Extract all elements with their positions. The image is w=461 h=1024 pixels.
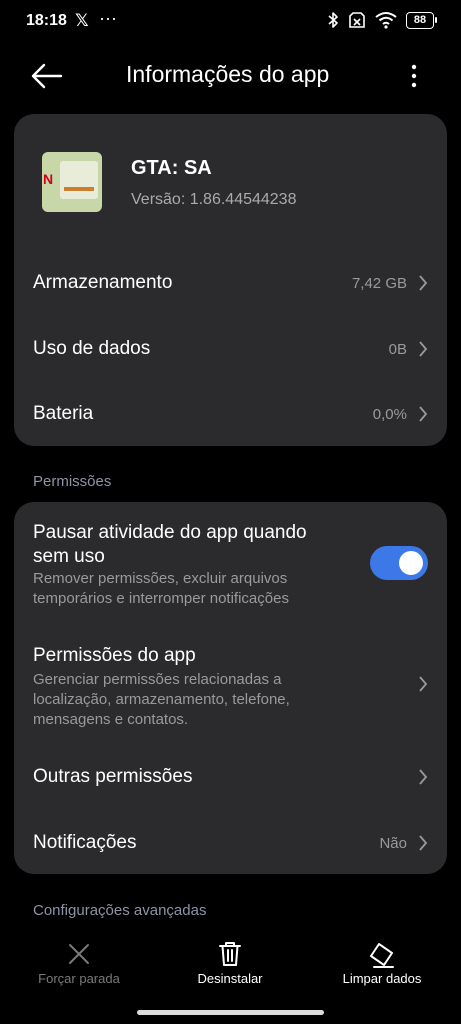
- app-permissions-description: Gerenciar permissões relacionadas a loca…: [33, 671, 290, 728]
- pause-activity-row[interactable]: Pausar atividade do app quando sem uso R…: [14, 502, 447, 622]
- close-icon: [69, 944, 89, 964]
- app-icon: N: [42, 152, 102, 212]
- permissions-section-title: Permissões: [33, 473, 112, 490]
- chevron-right-icon: [419, 835, 428, 851]
- wifi-icon: [375, 12, 397, 29]
- force-stop-button[interactable]: Forçar parada: [9, 940, 149, 986]
- app-version: Versão: 1.86.44544238: [131, 191, 297, 208]
- storage-value: 7,42 GB: [351, 275, 407, 292]
- storage-row[interactable]: Armazenamento 7,42 GB: [14, 250, 447, 314]
- back-arrow-icon[interactable]: [30, 62, 64, 90]
- battery-label: Bateria: [33, 403, 94, 424]
- x-logo-icon: 𝕏: [75, 11, 89, 30]
- more-options-icon[interactable]: [404, 62, 424, 90]
- no-sim-icon: [349, 12, 365, 28]
- app-permissions-label: Permissões do app: [33, 645, 196, 666]
- data-usage-value: 0B: [388, 341, 407, 358]
- uninstall-button[interactable]: Desinstalar: [160, 940, 300, 986]
- pause-activity-label: Pausar atividade do app quando sem uso: [33, 522, 307, 567]
- status-icons: 88: [327, 11, 437, 29]
- data-usage-label: Uso de dados: [33, 338, 151, 359]
- chevron-right-icon: [419, 275, 428, 291]
- app-info-card: N GTA: SA Versão: 1.86.44544238 Armazena…: [14, 114, 447, 446]
- pause-activity-description: Remover permissões, excluir arquivos tem…: [33, 570, 289, 607]
- notifications-row[interactable]: Notificações Não: [14, 810, 447, 874]
- page-title: Informações do app: [126, 61, 330, 87]
- permissions-card: Pausar atividade do app quando sem uso R…: [14, 502, 447, 874]
- app-permissions-row[interactable]: Permissões do app Gerenciar permissões r…: [14, 630, 447, 736]
- clear-data-label: Limpar dados: [342, 971, 422, 986]
- battery-tip: [435, 17, 437, 23]
- toggle-knob: [399, 551, 423, 575]
- status-time: 18:18: [26, 12, 67, 29]
- data-usage-row[interactable]: Uso de dados 0B: [14, 316, 447, 380]
- force-stop-label: Forçar parada: [38, 971, 120, 986]
- battery-level: 88: [406, 11, 434, 29]
- advanced-section-title: Configurações avançadas: [33, 902, 207, 919]
- battery-row[interactable]: Bateria 0,0%: [14, 381, 447, 445]
- netflix-badge-icon: N: [43, 171, 54, 187]
- chevron-right-icon: [419, 769, 428, 785]
- app-bar: Informações do app: [0, 50, 461, 102]
- chevron-right-icon: [419, 406, 428, 422]
- notifications-label: Notificações: [33, 832, 137, 853]
- bluetooth-icon: [328, 12, 338, 28]
- other-permissions-row[interactable]: Outras permissões: [14, 744, 447, 808]
- eraser-icon: [370, 943, 394, 968]
- storage-label: Armazenamento: [33, 272, 173, 293]
- chevron-right-icon: [419, 676, 428, 692]
- uninstall-label: Desinstalar: [197, 971, 263, 986]
- gta-logo-icon: [60, 161, 98, 199]
- app-header: N GTA: SA Versão: 1.86.44544238: [42, 152, 422, 212]
- more-notifications-icon: ···: [99, 8, 117, 28]
- app-name: GTA: SA: [131, 157, 212, 179]
- bottom-action-bar: Forçar parada Desinstalar Limpar dados: [0, 940, 461, 1000]
- battery-indicator: 88: [406, 11, 437, 29]
- clear-data-button[interactable]: Limpar dados: [312, 940, 452, 986]
- status-bar: 18:18 𝕏 ··· 88: [0, 0, 461, 44]
- home-indicator[interactable]: [137, 1010, 324, 1015]
- pause-activity-toggle[interactable]: [370, 546, 428, 580]
- chevron-right-icon: [419, 341, 428, 357]
- trash-icon: [219, 942, 241, 966]
- notifications-value: Não: [379, 835, 407, 852]
- battery-value: 0,0%: [372, 406, 407, 423]
- other-permissions-label: Outras permissões: [33, 766, 193, 787]
